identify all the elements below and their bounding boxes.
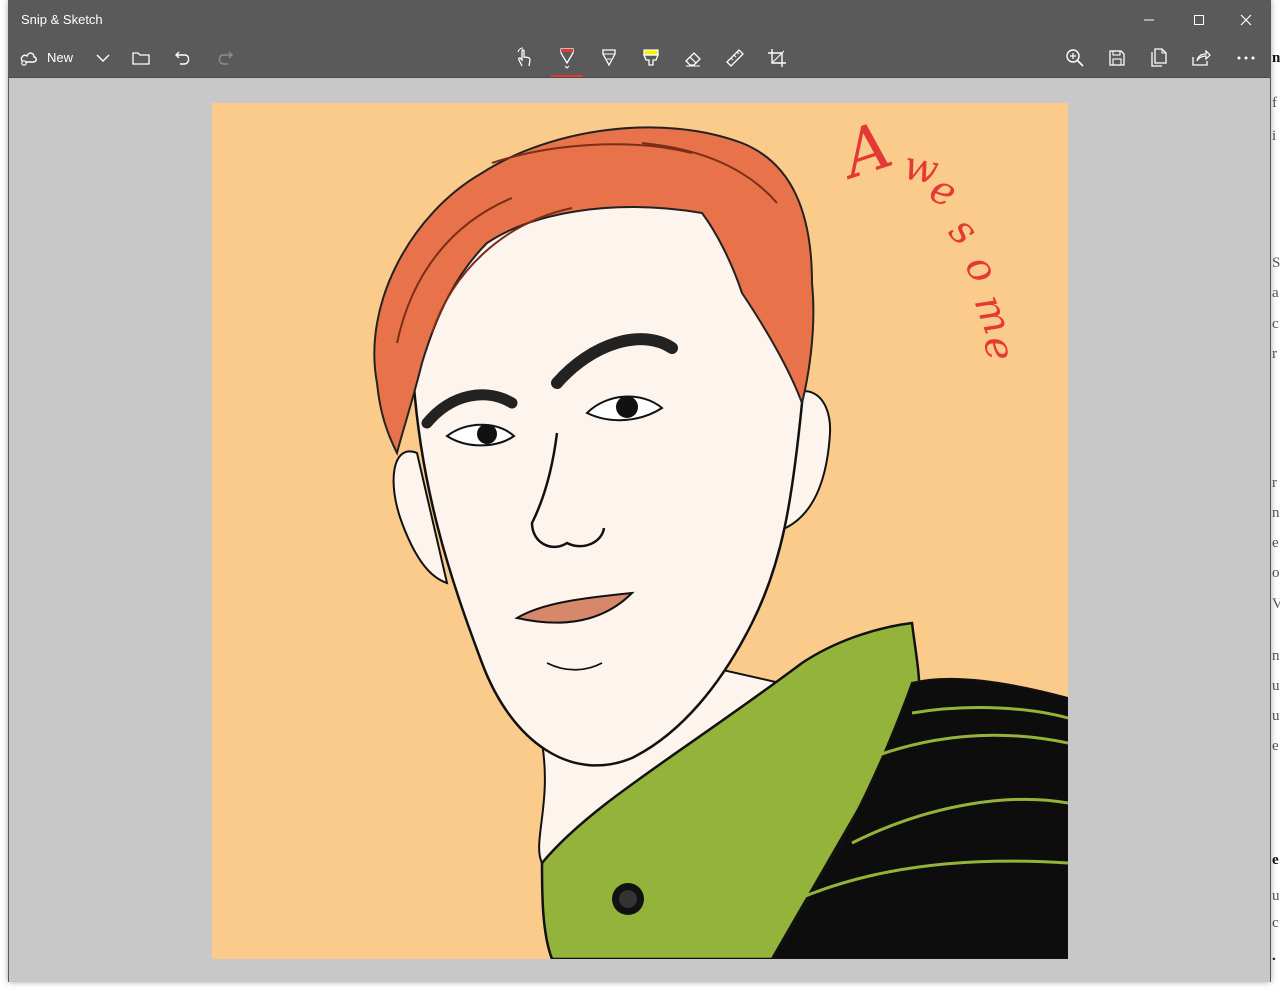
annotation-letter: o	[955, 247, 1007, 291]
new-snip-icon	[20, 51, 37, 66]
eraser-icon	[685, 51, 701, 66]
selected-tool-indicator	[551, 75, 583, 77]
eraser-button[interactable]	[678, 38, 708, 77]
annotation-letter: m	[965, 289, 1021, 340]
background-document: n f i S a c r r n e o V n u u e e u c .	[1272, 0, 1280, 991]
share-icon	[1192, 49, 1211, 66]
canvas-area[interactable]: Awesome	[9, 78, 1270, 982]
crop-button[interactable]	[762, 38, 792, 77]
redo-icon	[218, 51, 233, 65]
handwritten-annotation: Awesome	[829, 109, 1023, 364]
more-icon	[1237, 56, 1255, 59]
new-snip-button[interactable]: New	[19, 38, 93, 77]
pencil-button[interactable]	[594, 38, 624, 77]
pencil-icon	[602, 48, 616, 66]
save-button[interactable]	[1102, 38, 1132, 77]
app-title: Snip & Sketch	[21, 12, 103, 27]
touch-writing-icon	[517, 47, 531, 66]
maximize-button[interactable]	[1176, 1, 1222, 38]
ruler-icon	[726, 48, 744, 67]
annotation-letter: A	[829, 109, 901, 195]
maximize-icon	[1194, 14, 1204, 25]
copy-button[interactable]	[1144, 38, 1174, 77]
more-options-button[interactable]	[1231, 38, 1261, 77]
annotation-letter: s	[940, 208, 987, 255]
annotation-text: Awesome	[829, 109, 1023, 364]
ruler-button[interactable]	[720, 38, 750, 77]
chevron-down-icon	[96, 54, 110, 62]
toolbar: New	[9, 38, 1270, 78]
folder-icon	[132, 51, 150, 65]
ballpoint-pen-button[interactable]	[551, 38, 583, 77]
new-label: New	[47, 50, 74, 65]
undo-icon	[175, 51, 190, 65]
minimize-button[interactable]	[1126, 1, 1172, 38]
title-bar: Snip & Sketch	[9, 1, 1270, 38]
undo-button[interactable]	[169, 38, 197, 77]
crop-icon	[768, 48, 786, 67]
snip-sketch-window: Snip & Sketch New A w e s o m e	[8, 0, 1271, 982]
minimize-icon	[1144, 19, 1154, 20]
new-dropdown-button[interactable]	[91, 38, 115, 77]
touch-writing-button[interactable]	[509, 38, 539, 77]
highlighter-icon	[643, 48, 659, 66]
portrait-image[interactable]: Awesome	[212, 103, 1068, 959]
zoom-icon	[1066, 48, 1084, 67]
close-icon	[1240, 14, 1252, 25]
open-file-button[interactable]	[127, 38, 155, 77]
save-icon	[1109, 49, 1125, 66]
zoom-button[interactable]	[1060, 38, 1090, 77]
redo-button[interactable]	[211, 38, 239, 77]
share-button[interactable]	[1186, 38, 1216, 77]
highlighter-button[interactable]	[636, 38, 666, 77]
copy-icon	[1151, 47, 1167, 67]
ballpoint-pen-icon	[560, 47, 574, 69]
close-button[interactable]	[1223, 1, 1269, 38]
